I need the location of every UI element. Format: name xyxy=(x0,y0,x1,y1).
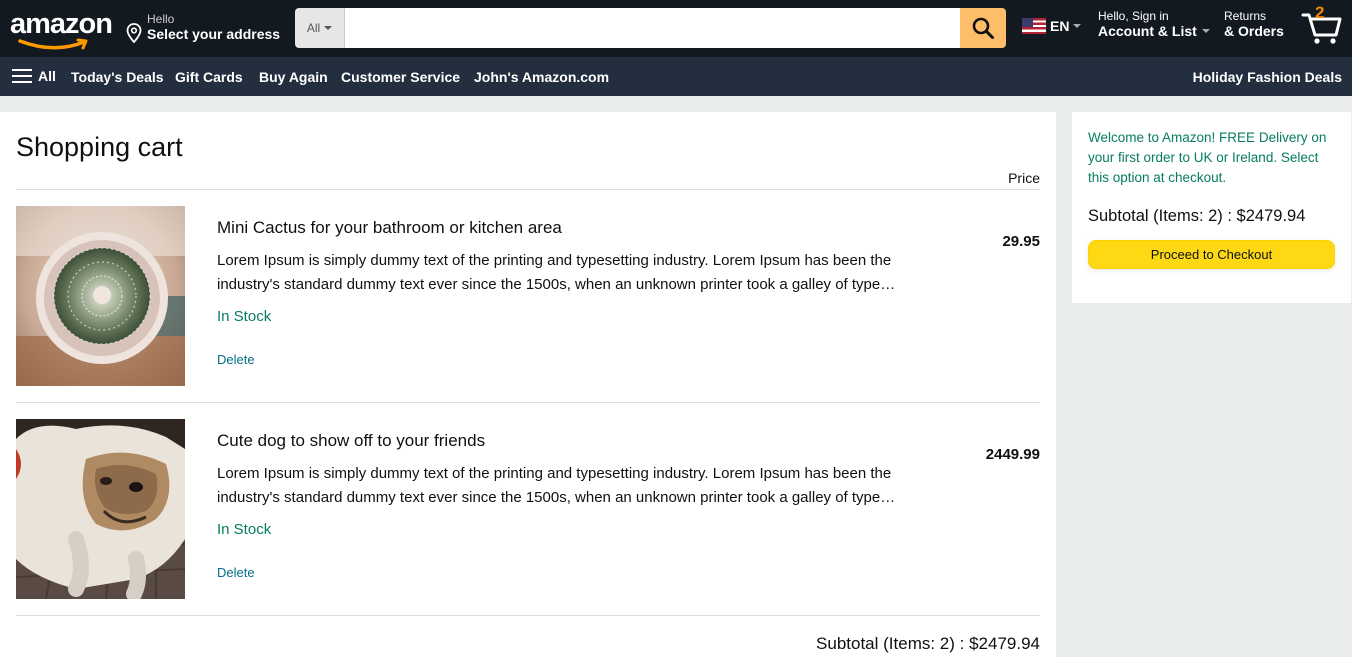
cart-subtotal: Subtotal (Items: 2) : $2479.94 xyxy=(816,634,1040,653)
us-flag-icon xyxy=(1022,18,1046,34)
nav-promo-holiday-deals[interactable]: Holiday Fashion Deals xyxy=(1193,69,1342,85)
shopping-cart-panel: Shopping cart Price Mini Cactus for your… xyxy=(0,112,1056,657)
product-description: Lorem Ipsum is simply dummy text of the … xyxy=(217,465,892,506)
sidebar-subtotal: Subtotal (Items: 2) : $2479.94 xyxy=(1088,207,1306,225)
chevron-down-icon xyxy=(1201,29,1210,33)
nav-bar: All Today's Deals Gift Cards Buy Again C… xyxy=(0,57,1352,96)
divider xyxy=(16,189,1040,190)
logo-text: amazon xyxy=(10,8,113,40)
product-price: 2449.99 xyxy=(985,446,1040,463)
smile-arrow-icon xyxy=(18,38,88,50)
top-header: amazon Hello Select your address All EN xyxy=(0,0,1352,57)
cart-item: Mini Cactus for your bathroom or kitchen… xyxy=(16,206,1040,386)
product-description: Lorem Ipsum is simply dummy text of the … xyxy=(217,252,892,293)
nav-item-todays-deals[interactable]: Today's Deals xyxy=(71,69,164,85)
language-selector[interactable]: EN xyxy=(1022,18,1082,34)
cactus-product-image[interactable] xyxy=(16,206,185,386)
price-column-header: Price xyxy=(1008,170,1040,186)
nav-item-customer-service[interactable]: Customer Service xyxy=(341,69,460,85)
address-hello: Hello xyxy=(147,12,175,26)
hamburger-menu-icon xyxy=(12,69,32,83)
search-category-label: All xyxy=(306,21,321,35)
returns-label: Returns xyxy=(1224,9,1267,23)
orders-label: & Orders xyxy=(1224,23,1284,39)
nav-all-menu[interactable]: All xyxy=(12,68,56,84)
cart-count-badge: 2 xyxy=(1315,3,1325,22)
returns-orders-link[interactable]: Returns & Orders xyxy=(1224,9,1284,39)
chevron-down-icon xyxy=(1073,24,1082,28)
welcome-message: Welcome to Amazon! FREE Delivery on your… xyxy=(1088,130,1327,185)
nav-all-label: All xyxy=(38,68,56,84)
account-list-label: Account & List xyxy=(1098,23,1197,39)
divider xyxy=(16,615,1040,616)
search-input[interactable] xyxy=(345,8,960,48)
location-pin-icon xyxy=(126,23,142,43)
delete-link[interactable]: Delete xyxy=(217,565,255,580)
search-button[interactable] xyxy=(960,8,1006,48)
address-select: Select your address xyxy=(147,26,281,42)
language-label: EN xyxy=(1050,18,1070,34)
stock-status: In Stock xyxy=(217,308,272,325)
amazon-logo[interactable]: amazon xyxy=(8,8,113,50)
product-title[interactable]: Cute dog to show off to your friends xyxy=(217,431,485,451)
search-category-dropdown[interactable]: All xyxy=(295,8,345,48)
search-bar: All xyxy=(295,8,1006,48)
nav-item-gift-cards[interactable]: Gift Cards xyxy=(175,69,243,85)
divider xyxy=(16,402,1040,403)
checkout-sidebar: Welcome to Amazon! FREE Delivery on your… xyxy=(1072,112,1351,303)
product-title[interactable]: Mini Cactus for your bathroom or kitchen… xyxy=(217,218,562,238)
chevron-down-icon xyxy=(324,26,333,30)
account-list-row: Account & List xyxy=(1098,23,1210,39)
proceed-to-checkout-button[interactable]: Proceed to Checkout xyxy=(1088,240,1335,269)
search-icon xyxy=(972,17,994,39)
account-menu[interactable]: Hello, Sign in Account & List xyxy=(1098,9,1210,39)
product-price: 29.95 xyxy=(1002,233,1040,250)
account-greeting: Hello, Sign in xyxy=(1098,9,1169,23)
nav-item-buy-again[interactable]: Buy Again xyxy=(259,69,328,85)
delete-link[interactable]: Delete xyxy=(217,352,255,367)
dog-product-image[interactable] xyxy=(16,419,185,599)
cart-button[interactable]: 2 xyxy=(1300,3,1344,47)
stock-status: In Stock xyxy=(217,521,272,538)
cart-item: Cute dog to show off to your friends Lor… xyxy=(16,419,1040,599)
nav-item-johns-amazon[interactable]: John's Amazon.com xyxy=(474,69,609,85)
page-title: Shopping cart xyxy=(16,132,183,162)
